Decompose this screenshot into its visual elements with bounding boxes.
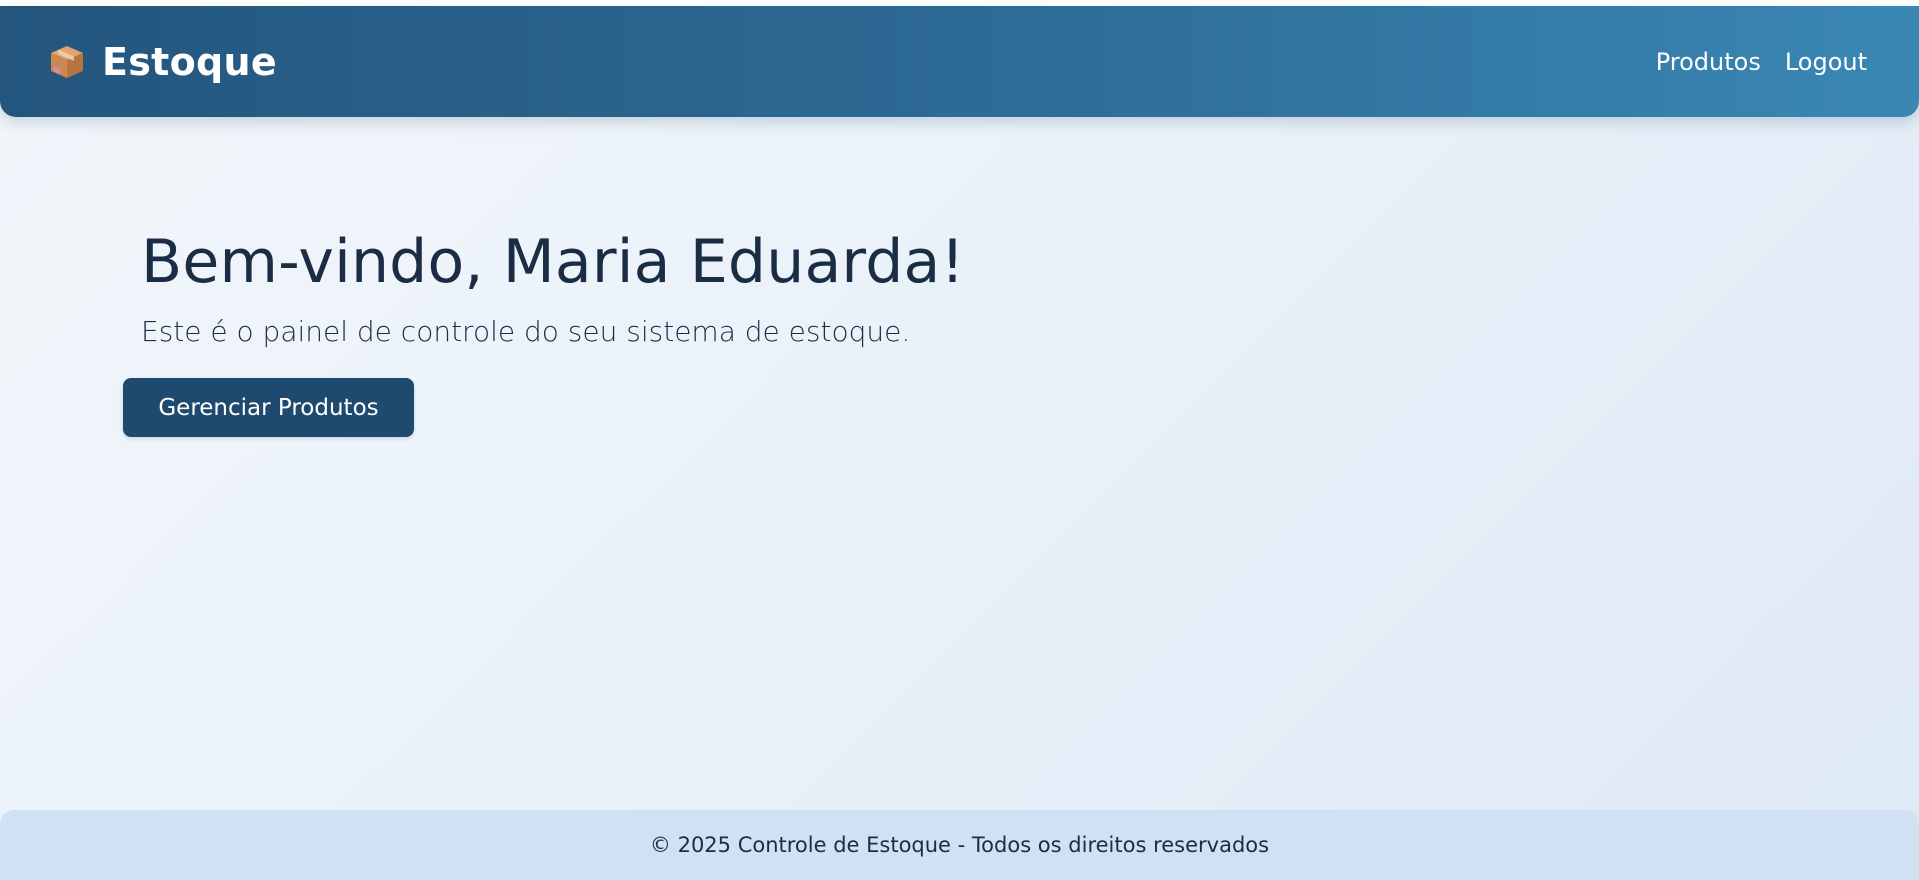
footer-copyright: © 2025 Controle de Estoque - Todos os di…	[649, 833, 1270, 857]
navbar: Estoque Produtos Logout	[0, 6, 1919, 117]
nav-links: Produtos Logout	[1656, 48, 1867, 76]
nav-link-produtos[interactable]: Produtos	[1656, 48, 1761, 76]
package-icon	[48, 43, 86, 81]
footer: © 2025 Controle de Estoque - Todos os di…	[0, 810, 1919, 880]
welcome-section: Bem-vindo, Maria Eduarda! Este é o paine…	[141, 222, 965, 352]
brand-title: Estoque	[102, 39, 277, 84]
page-subtitle: Este é o painel de controle do seu siste…	[141, 315, 911, 348]
manage-products-button[interactable]: Gerenciar Produtos	[123, 378, 414, 437]
brand[interactable]: Estoque	[48, 40, 277, 84]
page-title: Bem-vindo, Maria Eduarda!	[141, 227, 965, 297]
nav-link-logout[interactable]: Logout	[1785, 48, 1867, 76]
